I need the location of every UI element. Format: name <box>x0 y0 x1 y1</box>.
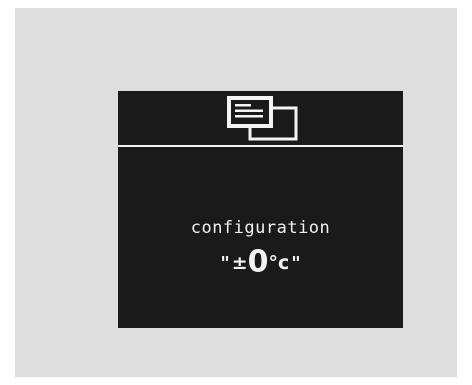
setting-title: configuration <box>190 218 331 238</box>
screen-header <box>118 91 403 145</box>
menu-list-icon <box>227 96 298 141</box>
close-quote: " <box>291 253 301 274</box>
display-screen: configuration " ±0°c " <box>118 91 403 328</box>
open-quote: " <box>220 253 230 274</box>
screen-body: configuration " ±0°c " <box>118 147 403 328</box>
temperature-unit: °c <box>268 251 290 274</box>
setting-value: " ±0°c " <box>118 245 403 280</box>
value-number: 0 <box>247 244 269 280</box>
plus-minus-sign: ± <box>231 251 248 274</box>
device-frame: configuration " ±0°c " <box>15 8 457 377</box>
